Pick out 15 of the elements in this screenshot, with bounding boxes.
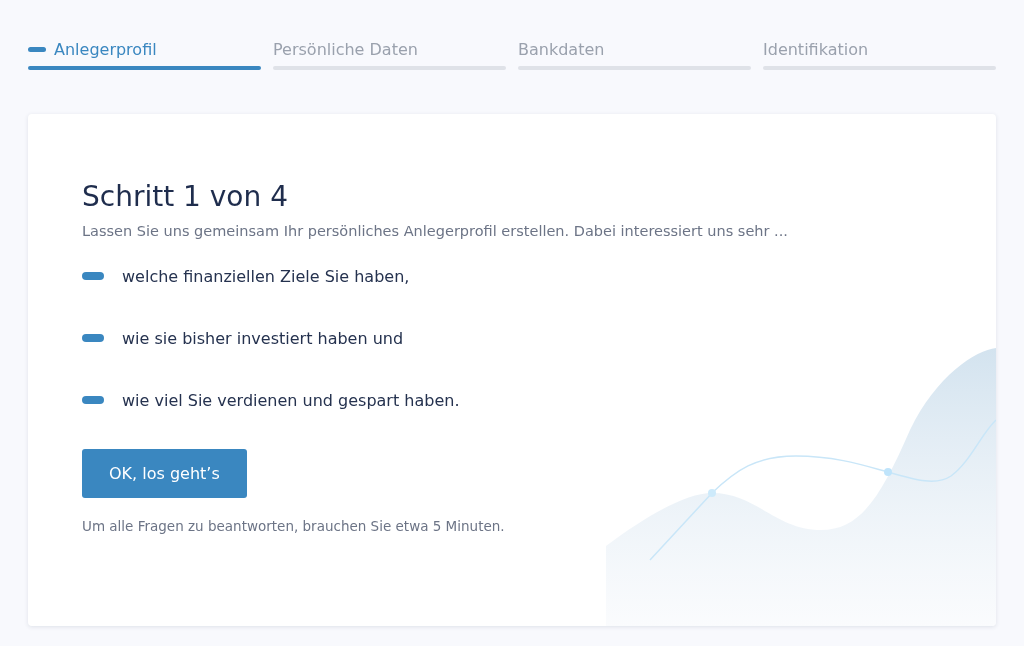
step-tab[interactable]: Bankdaten <box>518 38 751 70</box>
bullet-text: wie sie bisher investiert haben und <box>122 328 404 348</box>
duration-note: Um alle Fragen zu beantworten, brauchen Sie etwa 5 Minuten. <box>82 518 506 534</box>
step-tab[interactable]: Identifikation <box>763 38 996 70</box>
intro-text: Lassen Sie uns gemeinsam Ihr persönliches Anlegerprofil erstellen. Dabei interessiert uns sehr ... <box>82 223 789 239</box>
dash-icon <box>28 46 46 52</box>
bullet-icon <box>82 272 104 280</box>
bullet-icon <box>82 334 104 342</box>
step-tab[interactable]: Persönliche Daten <box>273 38 506 70</box>
step-title: Schritt 1 von 4 <box>82 180 289 213</box>
bullet-text: welche finanziellen Ziele Sie haben, <box>122 266 410 286</box>
bullet-text: wie viel Sie verdienen und gespart haben. <box>122 390 460 410</box>
step-tab[interactable]: Anlegerprofil <box>28 38 261 70</box>
bullet-icon <box>82 396 104 404</box>
start-button[interactable]: OK, los geht’s <box>82 449 247 498</box>
